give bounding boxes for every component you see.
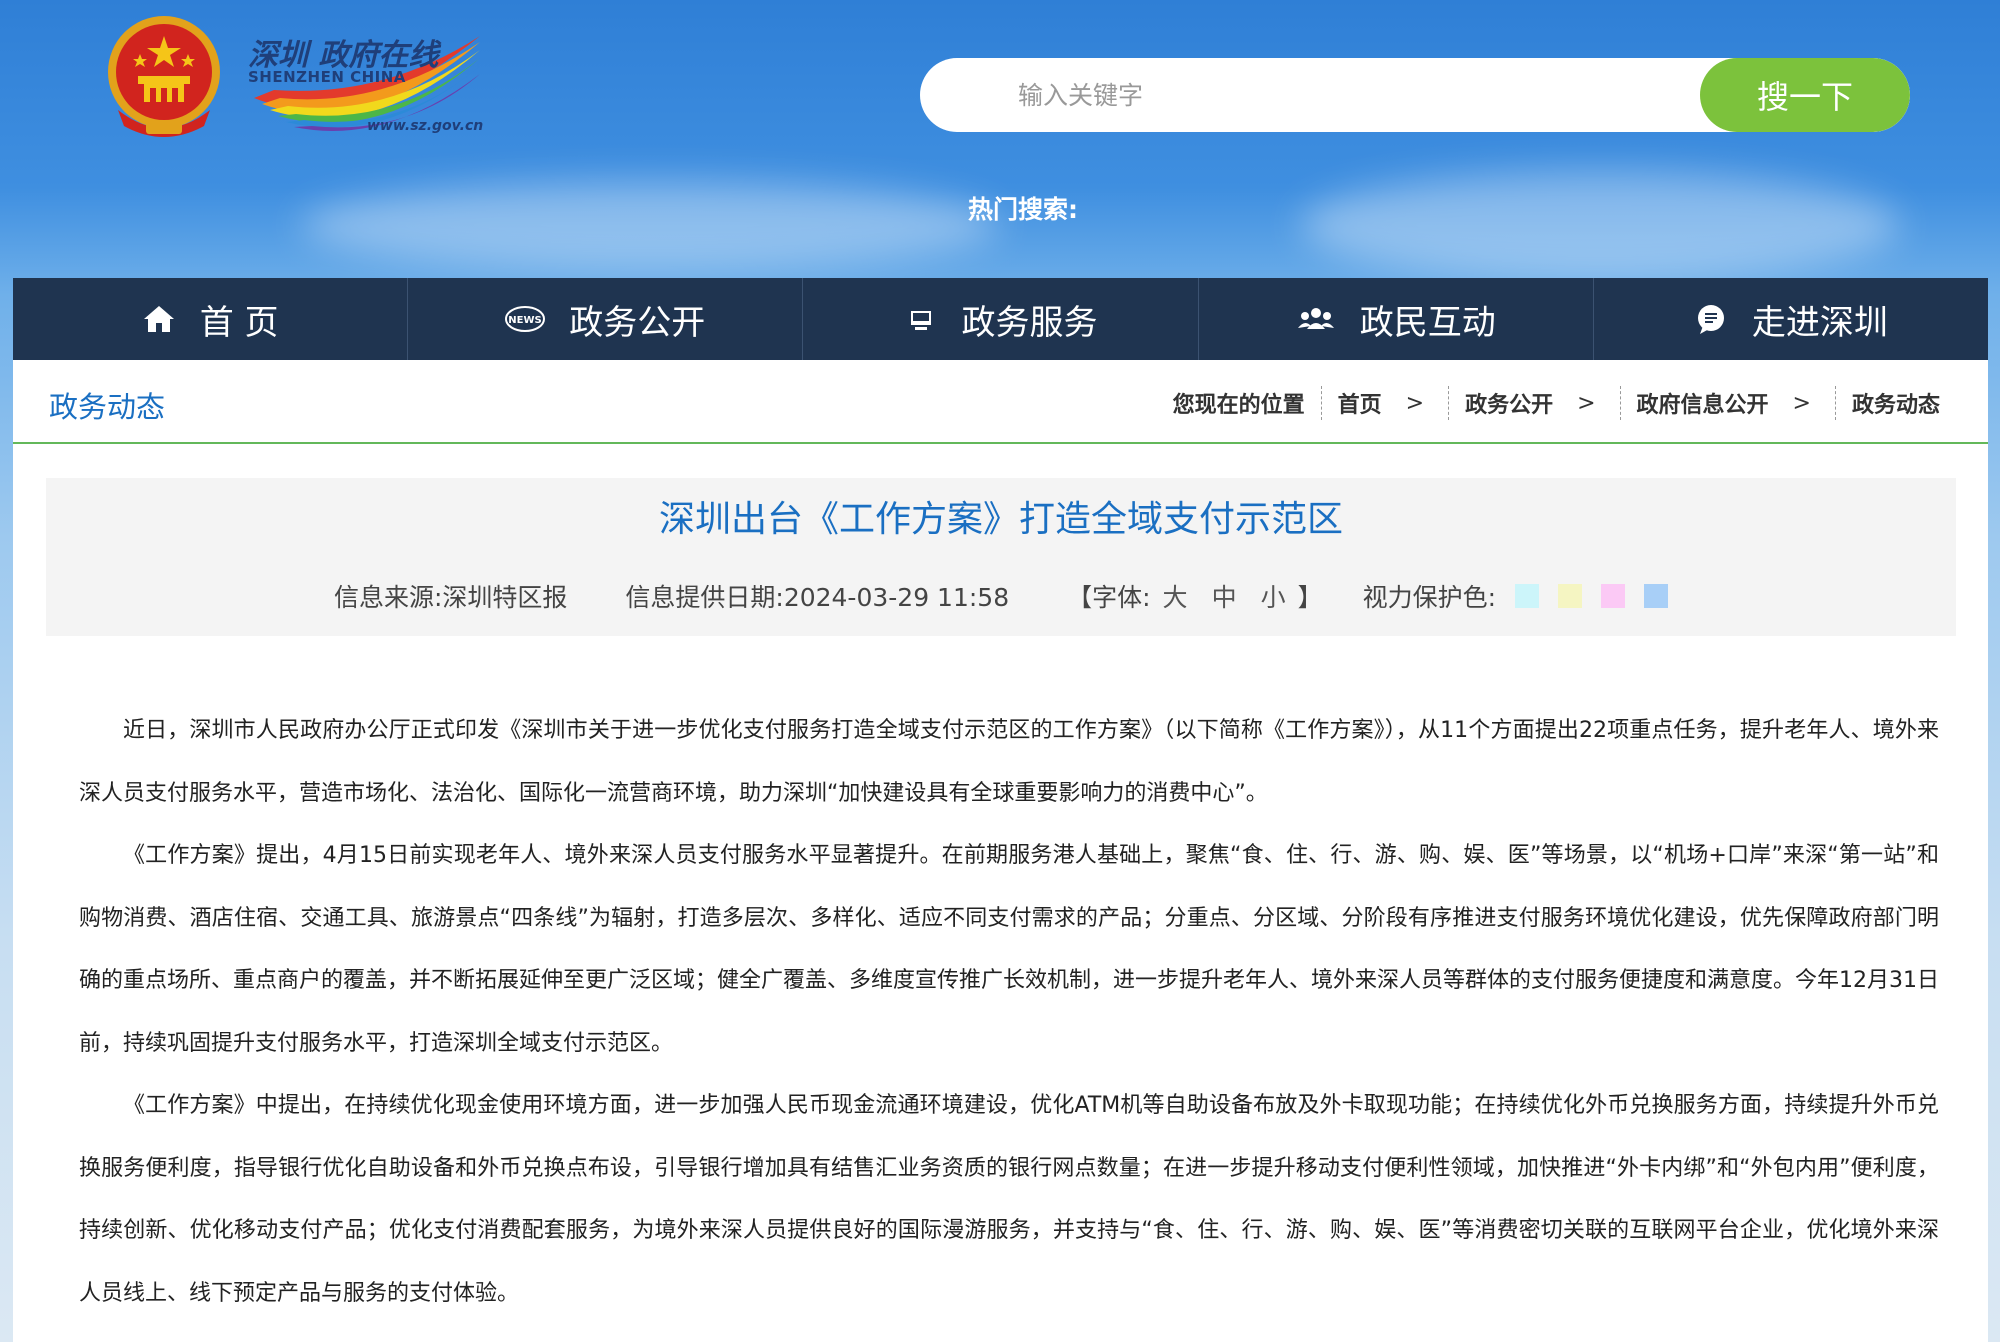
logo-english-text: SHENZHEN CHINA: [248, 68, 406, 86]
breadcrumb-divider: [1448, 386, 1450, 420]
logo-url-text: www.sz.gov.cn: [367, 118, 484, 134]
national-emblem-logo: [100, 14, 228, 146]
article-header: 深圳出台《工作方案》打造全域支付示范区 信息来源:深圳特区报 信息提供日期:20…: [46, 478, 1956, 636]
news-icon: NEWS: [505, 306, 546, 332]
nav-item-discover-shenzhen[interactable]: 走进深圳: [1594, 278, 1988, 360]
nav-item-label: 走进深圳: [1751, 302, 1888, 343]
breadcrumb-separator: >: [1792, 390, 1811, 416]
breadcrumb-link-government-info-open[interactable]: 政府信息公开: [1637, 387, 1769, 419]
breadcrumb-divider: [1619, 386, 1621, 420]
font-size-large[interactable]: 大: [1163, 578, 1188, 614]
main-nav: 首 页 NEWS 政务公开 政务服务 政民互动 走进深圳: [13, 278, 1988, 360]
home-icon: [143, 306, 174, 332]
breadcrumb-link-home[interactable]: 首页: [1338, 387, 1382, 419]
nav-item-label: 政民互动: [1359, 302, 1496, 343]
breadcrumb-separator: >: [1405, 390, 1425, 416]
content-panel: 政务动态 您现在的位置 首页 > 政务公开 > 政府信息公开 > 政务动态 深圳…: [13, 360, 1988, 1342]
eye-care-swatch-pink[interactable]: [1601, 584, 1626, 608]
search-button[interactable]: 搜一下: [1700, 58, 1910, 132]
font-size-close: 】: [1297, 583, 1323, 612]
article-paragraph: 近日，深圳市人民政府办公厅正式印发《深圳市关于进一步优化支付服务打造全域支付示范…: [79, 718, 1939, 806]
breadcrumb-prefix: 您现在的位置: [1172, 393, 1305, 418]
article-title: 深圳出台《工作方案》打造全域支付示范区: [658, 499, 1343, 540]
article-body: 近日，深圳市人民政府办公厅正式印发《深圳市关于进一步优化支付服务打造全域支付示范…: [79, 700, 1939, 1325]
search-input[interactable]: [920, 58, 1700, 132]
article-date: 信息提供日期:2024-03-29 11:58: [625, 583, 1010, 612]
article-paragraph: 《工作方案》中提出，在持续优化现金使用环境方面，进一步加强人民币现金流通环境建设…: [79, 1093, 1939, 1306]
hot-search-label: 热门搜索:: [968, 195, 1078, 224]
breadcrumb-divider: [1834, 386, 1836, 420]
breadcrumb-link-government-news[interactable]: 政务动态: [1852, 387, 1940, 419]
chat-icon: [1697, 305, 1724, 334]
font-size-small[interactable]: 小: [1261, 578, 1286, 614]
nav-item-government-affairs-open[interactable]: NEWS 政务公开: [408, 278, 804, 360]
breadcrumb-link-government-affairs-open[interactable]: 政务公开: [1465, 387, 1553, 419]
nav-item-label: 政务公开: [569, 302, 706, 343]
breadcrumb-separator: >: [1577, 390, 1596, 416]
nav-item-label: 首 页: [199, 302, 279, 343]
background-cloud: [300, 180, 1000, 270]
font-size-label: 【字体:: [1067, 583, 1151, 612]
article-paragraph: 《工作方案》提出，4月15日前实现老年人、境外来深人员支付服务水平显著提升。在前…: [79, 843, 1939, 1056]
nav-item-label: 政务服务: [961, 302, 1098, 343]
monitor-icon: [910, 311, 931, 330]
article-meta: 信息来源:深圳特区报 信息提供日期:2024-03-29 11:58 【字体: …: [46, 578, 1956, 614]
eye-care-swatch-blue[interactable]: [1644, 584, 1669, 608]
background-cloud: [1300, 170, 1900, 280]
section-header: 政务动态 您现在的位置 首页 > 政务公开 > 政府信息公开 > 政务动态: [13, 360, 1988, 444]
font-size-medium[interactable]: 中: [1212, 578, 1237, 614]
eye-care-swatch-yellow[interactable]: [1558, 584, 1583, 608]
shenzhen-government-logo[interactable]: 深圳 政府在线 SHENZHEN CHINA www.sz.gov.cn: [244, 28, 489, 143]
breadcrumb-divider: [1320, 386, 1322, 420]
nav-item-home[interactable]: 首 页: [13, 278, 409, 360]
breadcrumb: 您现在的位置 首页 > 政务公开 > 政府信息公开 > 政务动态: [1173, 386, 1940, 420]
eye-care-label: 视力保护色:: [1362, 583, 1497, 612]
svg-text:NEWS: NEWS: [509, 315, 542, 326]
section-title: 政务动态: [49, 390, 166, 424]
eye-care-swatch-cyan[interactable]: [1515, 584, 1540, 608]
people-icon: [1297, 308, 1334, 329]
nav-item-public-interaction[interactable]: 政民互动: [1199, 278, 1594, 360]
search-bar: 搜一下: [920, 58, 1910, 132]
nav-item-government-services[interactable]: 政务服务: [803, 278, 1199, 360]
article-source: 信息来源:深圳特区报: [333, 583, 568, 612]
